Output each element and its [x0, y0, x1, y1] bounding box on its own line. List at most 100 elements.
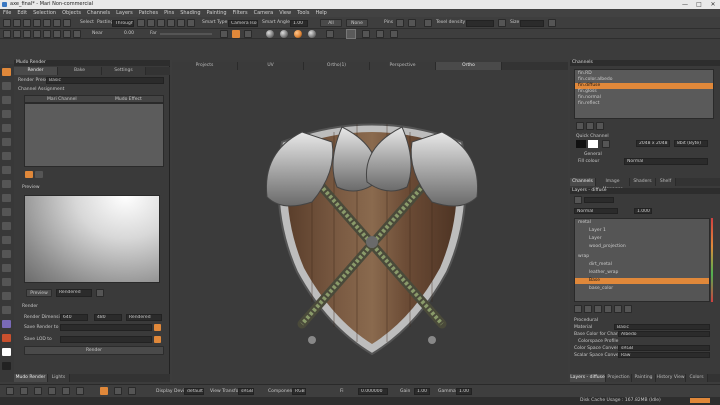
color-space-dropdown[interactable]: sRGB [618, 345, 710, 351]
layer-row-selected[interactable]: Base [575, 278, 709, 284]
tab-ortho[interactable]: Ortho [436, 62, 502, 70]
quick-channel-size[interactable]: 2048 x 2048 [636, 140, 670, 147]
render-preset-dropdown[interactable]: Basic [46, 77, 164, 84]
menu-channels[interactable]: Channels [84, 9, 113, 17]
ruler-icon[interactable] [187, 19, 195, 27]
brush-icon[interactable] [3, 30, 11, 38]
link-icon[interactable] [167, 19, 175, 27]
paint-brush-icon[interactable] [2, 152, 11, 160]
nav-pan-icon[interactable] [128, 387, 136, 395]
face-icon[interactable] [43, 19, 51, 27]
move-icon[interactable] [2, 124, 11, 132]
channel-settings-icon[interactable] [586, 122, 594, 130]
opacity-field[interactable]: 1.000 [634, 208, 652, 214]
menu-help[interactable]: Help [312, 9, 329, 17]
gain-field[interactable]: 1.00 [414, 388, 430, 395]
nav-up-icon[interactable] [20, 387, 28, 395]
layer-mask-icon[interactable] [594, 305, 602, 313]
preview-mode-dropdown[interactable]: Rendered [56, 289, 92, 297]
clear-icon[interactable] [33, 30, 41, 38]
layer-procedural-icon[interactable] [614, 305, 622, 313]
frame-icon[interactable] [390, 30, 398, 38]
layer-row[interactable]: dirt_metal [575, 262, 709, 268]
eye-icon[interactable] [157, 19, 165, 27]
menu-file[interactable]: File [0, 9, 14, 17]
sphere-dark-icon[interactable] [308, 30, 316, 38]
smudge-icon[interactable] [2, 222, 11, 230]
undo-icon[interactable] [13, 30, 21, 38]
pins-checkbox-icon[interactable] [396, 19, 404, 27]
sphere-lit-icon[interactable] [280, 30, 288, 38]
view-transform-dropdown[interactable]: sRGB [238, 388, 254, 395]
mask-icon[interactable] [63, 19, 71, 27]
none-button[interactable]: None [346, 19, 368, 27]
tab-perspective[interactable]: Perspective [370, 62, 436, 70]
layer-new-icon[interactable] [574, 305, 582, 313]
redo-icon[interactable] [23, 30, 31, 38]
tab-bake[interactable]: Bake [58, 67, 102, 75]
menu-selection[interactable]: Selection [30, 9, 59, 17]
channel-item[interactable]: fin.reflect [575, 101, 713, 107]
tab-shelf[interactable]: Shelf [656, 178, 676, 186]
bake-icon[interactable] [43, 30, 51, 38]
tab-history-view[interactable]: History View [656, 374, 686, 382]
pin-box-icon[interactable] [408, 19, 416, 27]
menu-filters[interactable]: Filters [230, 9, 251, 17]
blur-icon[interactable] [2, 208, 11, 216]
crosshair-active-icon[interactable] [346, 29, 356, 39]
nav-move-icon[interactable] [34, 387, 42, 395]
zoom-icon[interactable] [2, 110, 11, 118]
select-tool-icon[interactable] [3, 19, 11, 27]
remove-channel-icon[interactable] [35, 171, 43, 178]
save-lod-field[interactable] [60, 336, 152, 343]
material-dropdown[interactable]: Basic [614, 324, 710, 330]
tab-ortho1[interactable]: Ortho(1) [304, 62, 370, 70]
preview-options-icon[interactable] [96, 289, 104, 297]
minimize-button[interactable]: — [678, 0, 692, 9]
nav-circle-icon[interactable] [48, 387, 56, 395]
rotate-icon[interactable] [2, 138, 11, 146]
gamma-field[interactable]: 1.00 [456, 388, 472, 395]
scalar-space-dropdown[interactable]: Raw [618, 352, 710, 358]
all-button[interactable]: All [320, 19, 342, 27]
menu-painting[interactable]: Painting [204, 9, 230, 17]
lock-icon[interactable] [147, 19, 155, 27]
mask-paint-icon[interactable] [53, 30, 61, 38]
grid-icon[interactable] [23, 19, 31, 27]
texel-swatch-icon[interactable] [498, 19, 506, 27]
texel-density-field[interactable] [466, 20, 494, 27]
color-red-icon[interactable] [2, 334, 11, 342]
tab-settings[interactable]: Settings [102, 67, 146, 75]
menu-layers[interactable]: Layers [113, 9, 136, 17]
shade-active-icon[interactable] [232, 30, 240, 38]
layer-preset-field[interactable] [584, 197, 614, 203]
sphere-orange-icon[interactable] [294, 30, 302, 38]
add-channel-icon[interactable] [25, 171, 33, 178]
menu-shading[interactable]: Shading [177, 9, 203, 17]
tab-render[interactable]: Render [14, 67, 58, 75]
menu-tools[interactable]: Tools [294, 9, 312, 17]
size-swatch-icon[interactable] [548, 19, 556, 27]
channel-add-icon[interactable] [576, 122, 584, 130]
tab-image-manager[interactable]: Image Manager [596, 178, 630, 192]
display-device-dropdown[interactable]: default [184, 388, 204, 395]
channel-export-icon[interactable] [596, 122, 604, 130]
save-render-field[interactable] [60, 324, 152, 331]
shade-flat-icon[interactable] [220, 30, 228, 38]
render-height-field[interactable]: 480 [94, 314, 122, 321]
viewport[interactable]: Projects UV Ortho(1) Perspective Ortho [172, 60, 568, 382]
close-button[interactable]: ✕ [706, 0, 720, 9]
project-icon[interactable] [73, 30, 81, 38]
maximize-button[interactable]: □ [692, 0, 706, 9]
shape-icon[interactable] [2, 306, 11, 314]
layer-add-icon[interactable] [574, 196, 582, 204]
cube-icon[interactable] [33, 19, 41, 27]
layer-row[interactable]: Layer 1 [575, 228, 709, 234]
component-dropdown[interactable]: RGB [292, 388, 306, 395]
nav-zoom-icon[interactable] [114, 387, 122, 395]
render-dims-mode-dropdown[interactable]: Rendered [126, 314, 162, 321]
menu-patches[interactable]: Patches [136, 9, 161, 17]
menu-camera[interactable]: Camera [251, 9, 277, 17]
size-field[interactable] [520, 20, 544, 27]
fill-icon[interactable] [2, 166, 11, 174]
